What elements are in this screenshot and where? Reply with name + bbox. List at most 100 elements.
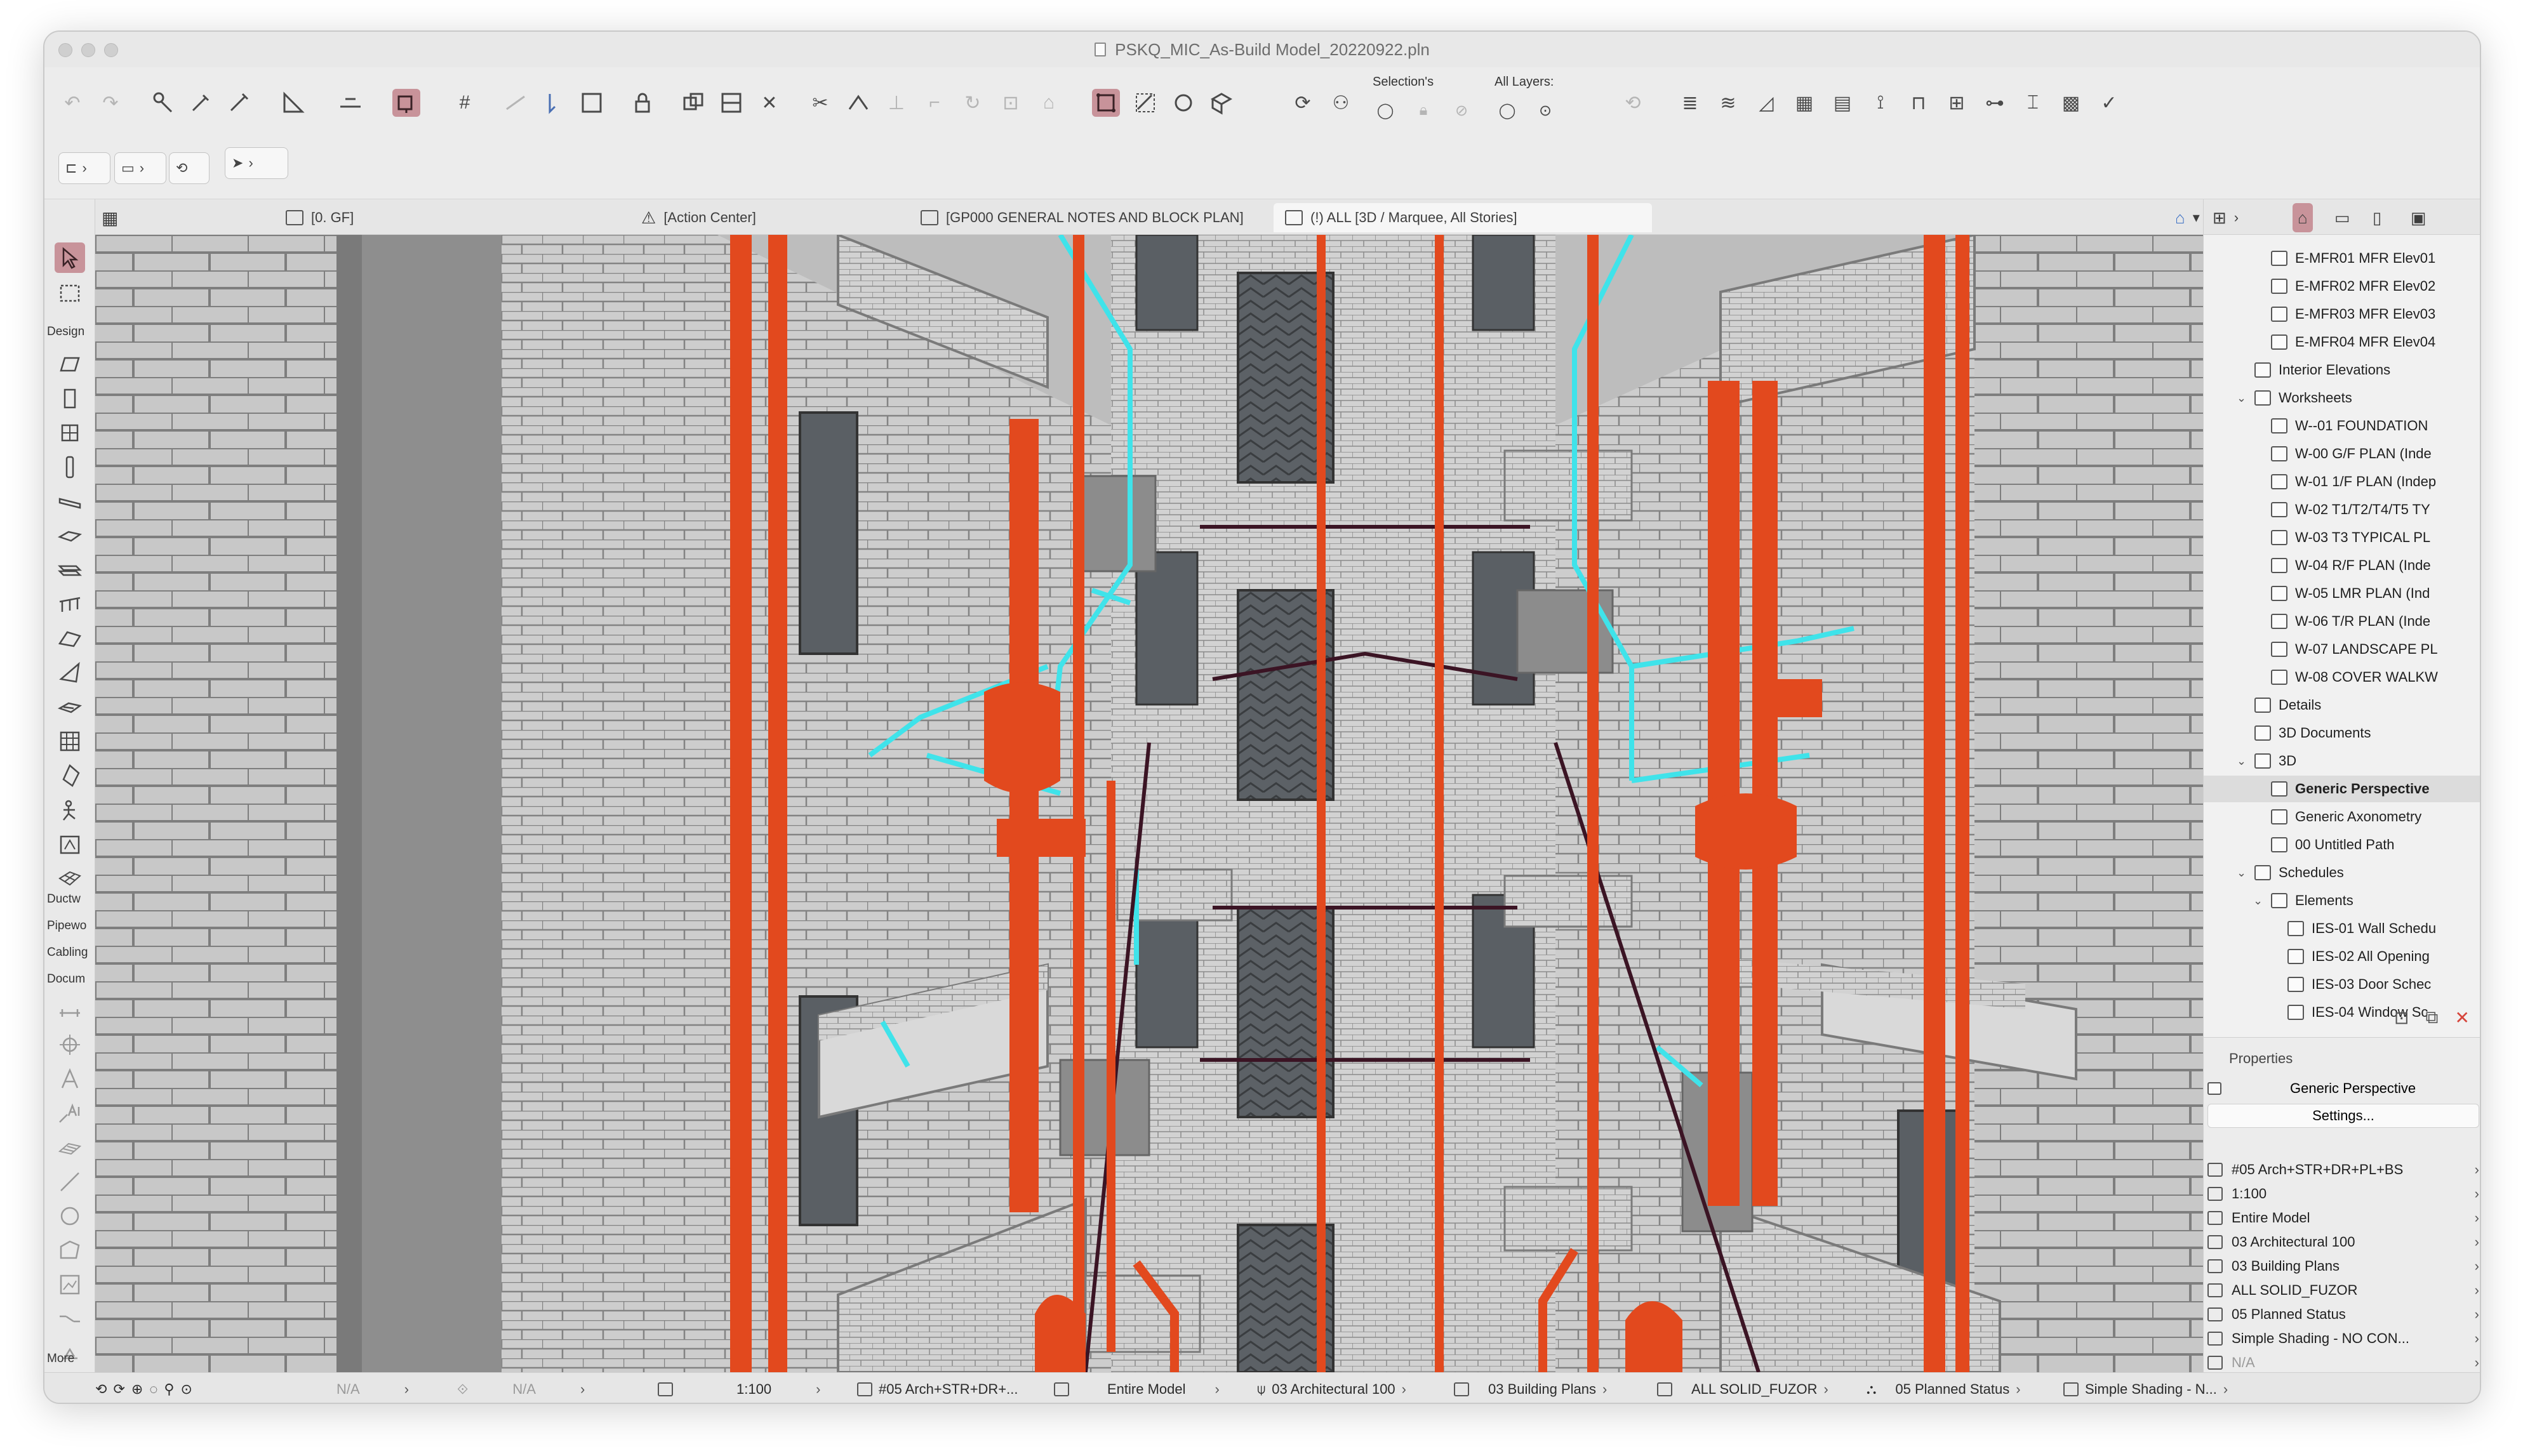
navigator-item[interactable]: W-00 G/F PLAN (Inde: [2204, 440, 2480, 467]
navigator-item[interactable]: IES-01 Wall Schedu: [2204, 915, 2480, 942]
status-renovation[interactable]: ⛬ 05 Planned Status ›: [1867, 1373, 2021, 1403]
roof-tool[interactable]: [55, 623, 85, 654]
split-icon[interactable]: ✂: [806, 89, 834, 117]
fillet-icon[interactable]: ⌐: [921, 89, 949, 117]
roof-icon[interactable]: ◿: [1752, 89, 1780, 117]
property-row[interactable]: 05 Planned Status ›: [2207, 1303, 2479, 1326]
resize-icon[interactable]: ⊡: [997, 89, 1025, 117]
mesh-tool[interactable]: [55, 863, 85, 894]
trim-icon[interactable]: [717, 89, 745, 117]
grid-view-button[interactable]: ▦: [102, 203, 118, 232]
toolbox-group-ductwork[interactable]: Ductw: [47, 892, 95, 906]
route-icon[interactable]: ⊶: [1981, 89, 2009, 117]
settings-button[interactable]: Settings...: [2207, 1104, 2479, 1128]
status-pen-set[interactable]: ⍦ 03 Architectural 100 ›: [1257, 1373, 1406, 1403]
property-row[interactable]: 03 Architectural 100 ›: [2207, 1231, 2479, 1254]
orbit-icon[interactable]: ◌: [149, 1381, 157, 1398]
status-model-view[interactable]: 03 Building Plans ›: [1454, 1373, 1607, 1403]
pipe-fitting-icon[interactable]: ⟟: [1867, 89, 1894, 117]
property-row[interactable]: Entire Model ›: [2207, 1207, 2479, 1229]
undo-icon[interactable]: ↶: [58, 89, 86, 117]
toolbox-group-pipework[interactable]: Pipewo: [47, 919, 95, 933]
group-icon[interactable]: [578, 89, 606, 117]
3d-cutaway-icon[interactable]: [1208, 89, 1235, 117]
status-style[interactable]: Simple Shading - N... ›: [2063, 1373, 2228, 1403]
drawing-tool[interactable]: [55, 1269, 85, 1300]
project-map-button[interactable]: ⌂: [2293, 203, 2313, 232]
navigator-item[interactable]: ⌄ Schedules: [2204, 859, 2480, 886]
navigator-item[interactable]: IES-02 All Opening: [2204, 943, 2480, 970]
delete-icon[interactable]: ✕: [2454, 1007, 2469, 1028]
text-tool[interactable]: [55, 1064, 85, 1094]
zone-tool[interactable]: [55, 829, 85, 859]
beam-tool[interactable]: [55, 486, 85, 517]
navigator-item[interactable]: W--01 FOUNDATION: [2204, 413, 2480, 439]
layout-book-button[interactable]: ▯: [2373, 203, 2381, 232]
property-row[interactable]: #05 Arch+STR+DR+PL+BS ›: [2207, 1158, 2479, 1181]
trace-icon[interactable]: [502, 89, 529, 117]
lock-selection-icon[interactable]: 🔒︎: [1411, 98, 1436, 123]
status-scale[interactable]: 1:100 ›: [658, 1373, 820, 1403]
eyedropper-icon[interactable]: [187, 89, 215, 117]
zoom-window-button[interactable]: [104, 43, 118, 57]
rotate-icon[interactable]: ↻: [959, 89, 987, 117]
curtain-wall-tool[interactable]: [55, 726, 85, 757]
dimension-tool[interactable]: [55, 995, 85, 1026]
gravity-icon[interactable]: [392, 89, 420, 117]
suspend-groups-icon[interactable]: [679, 89, 707, 117]
explore-icon[interactable]: ⚇: [1327, 89, 1355, 117]
mark-selection-icon[interactable]: ⊘: [1449, 98, 1474, 123]
walk-icon[interactable]: ⚲: [164, 1381, 174, 1398]
layer-lock-icon[interactable]: ⊙: [1533, 98, 1558, 123]
navigator-item[interactable]: IES-03 Door Schec: [2204, 971, 2480, 998]
marquee-tool[interactable]: [55, 278, 85, 308]
status-na-2[interactable]: ⟐ N/A ›: [457, 1373, 585, 1403]
navigator-item[interactable]: ⌄ Elements: [2204, 887, 2480, 914]
navigator-item[interactable]: E-MFR03 MFR Elev03: [2204, 301, 2480, 328]
navigator-item[interactable]: E-MFR02 MFR Elev02: [2204, 273, 2480, 300]
zoom-in-icon[interactable]: ⊕: [131, 1381, 143, 1398]
curtain-wall-icon[interactable]: ▤: [1828, 89, 1856, 117]
minimize-window-button[interactable]: [81, 43, 95, 57]
interference-icon[interactable]: ⌶: [2019, 89, 2047, 117]
polyline-tool[interactable]: [55, 1235, 85, 1266]
navigator-item[interactable]: Details: [2204, 692, 2480, 718]
navigator-item[interactable]: W-03 T3 TYPICAL PL: [2204, 524, 2480, 551]
navigator-item[interactable]: Interior Elevations: [2204, 357, 2480, 383]
redo-icon[interactable]: ↷: [97, 89, 124, 117]
teamwork-send-icon[interactable]: ⟲: [1619, 89, 1647, 117]
railing-tool[interactable]: [55, 589, 85, 619]
property-row[interactable]: N/A ›: [2207, 1351, 2479, 1374]
element-filter-dropdown[interactable]: ⊏ ›: [58, 152, 110, 184]
navigator-item[interactable]: W-08 COVER WALKW: [2204, 664, 2480, 691]
guide-lines-icon[interactable]: [279, 89, 307, 117]
tab-action-center[interactable]: ⚠ [Action Center]: [641, 203, 756, 232]
status-layer-combo[interactable]: #05 Arch+STR+DR+...: [857, 1373, 1018, 1403]
show-selection-icon[interactable]: ◯: [1373, 98, 1398, 123]
view-options-dropdown[interactable]: ⌂ ▾: [2175, 203, 2200, 232]
navigator-item[interactable]: ⌄ Worksheets: [2204, 385, 2480, 411]
navigator-item[interactable]: 3D Documents: [2204, 720, 2480, 746]
orbit-icon[interactable]: ⟳: [1289, 89, 1317, 117]
arrow-tool-dropdown[interactable]: ➤ ›: [225, 147, 288, 179]
shell-icon[interactable]: ▦: [1790, 89, 1818, 117]
property-row[interactable]: Simple Shading - NO CON... ›: [2207, 1327, 2479, 1350]
publisher-sets-button[interactable]: ▣: [2411, 203, 2426, 232]
layer-visibility-icon[interactable]: ◯: [1494, 98, 1520, 123]
clone-folder-icon[interactable]: ⧉: [2425, 1007, 2438, 1028]
grid-snap-icon[interactable]: #: [451, 89, 479, 117]
explode-icon[interactable]: ✕: [756, 89, 783, 117]
toolbox-more[interactable]: More: [47, 1352, 95, 1366]
level-dimension-tool[interactable]: [55, 1029, 85, 1060]
property-row[interactable]: ALL SOLID_FUZOR ›: [2207, 1279, 2479, 1302]
intersect-icon[interactable]: ⊥: [882, 89, 910, 117]
tab-3d-all[interactable]: (!) ALL [3D / Marquee, All Stories]: [1274, 203, 1652, 232]
fill-tool[interactable]: [55, 1132, 85, 1163]
toolbox-group-documentation[interactable]: Docum: [47, 972, 95, 986]
view-map-button[interactable]: ▭: [2334, 203, 2350, 232]
pick-up-parameters-icon[interactable]: [149, 89, 176, 117]
door-tool[interactable]: [55, 383, 85, 414]
shell-tool[interactable]: [55, 658, 85, 688]
status-override[interactable]: ALL SOLID_FUZOR ›: [1657, 1373, 1828, 1403]
marquee-icon[interactable]: [1131, 89, 1159, 117]
